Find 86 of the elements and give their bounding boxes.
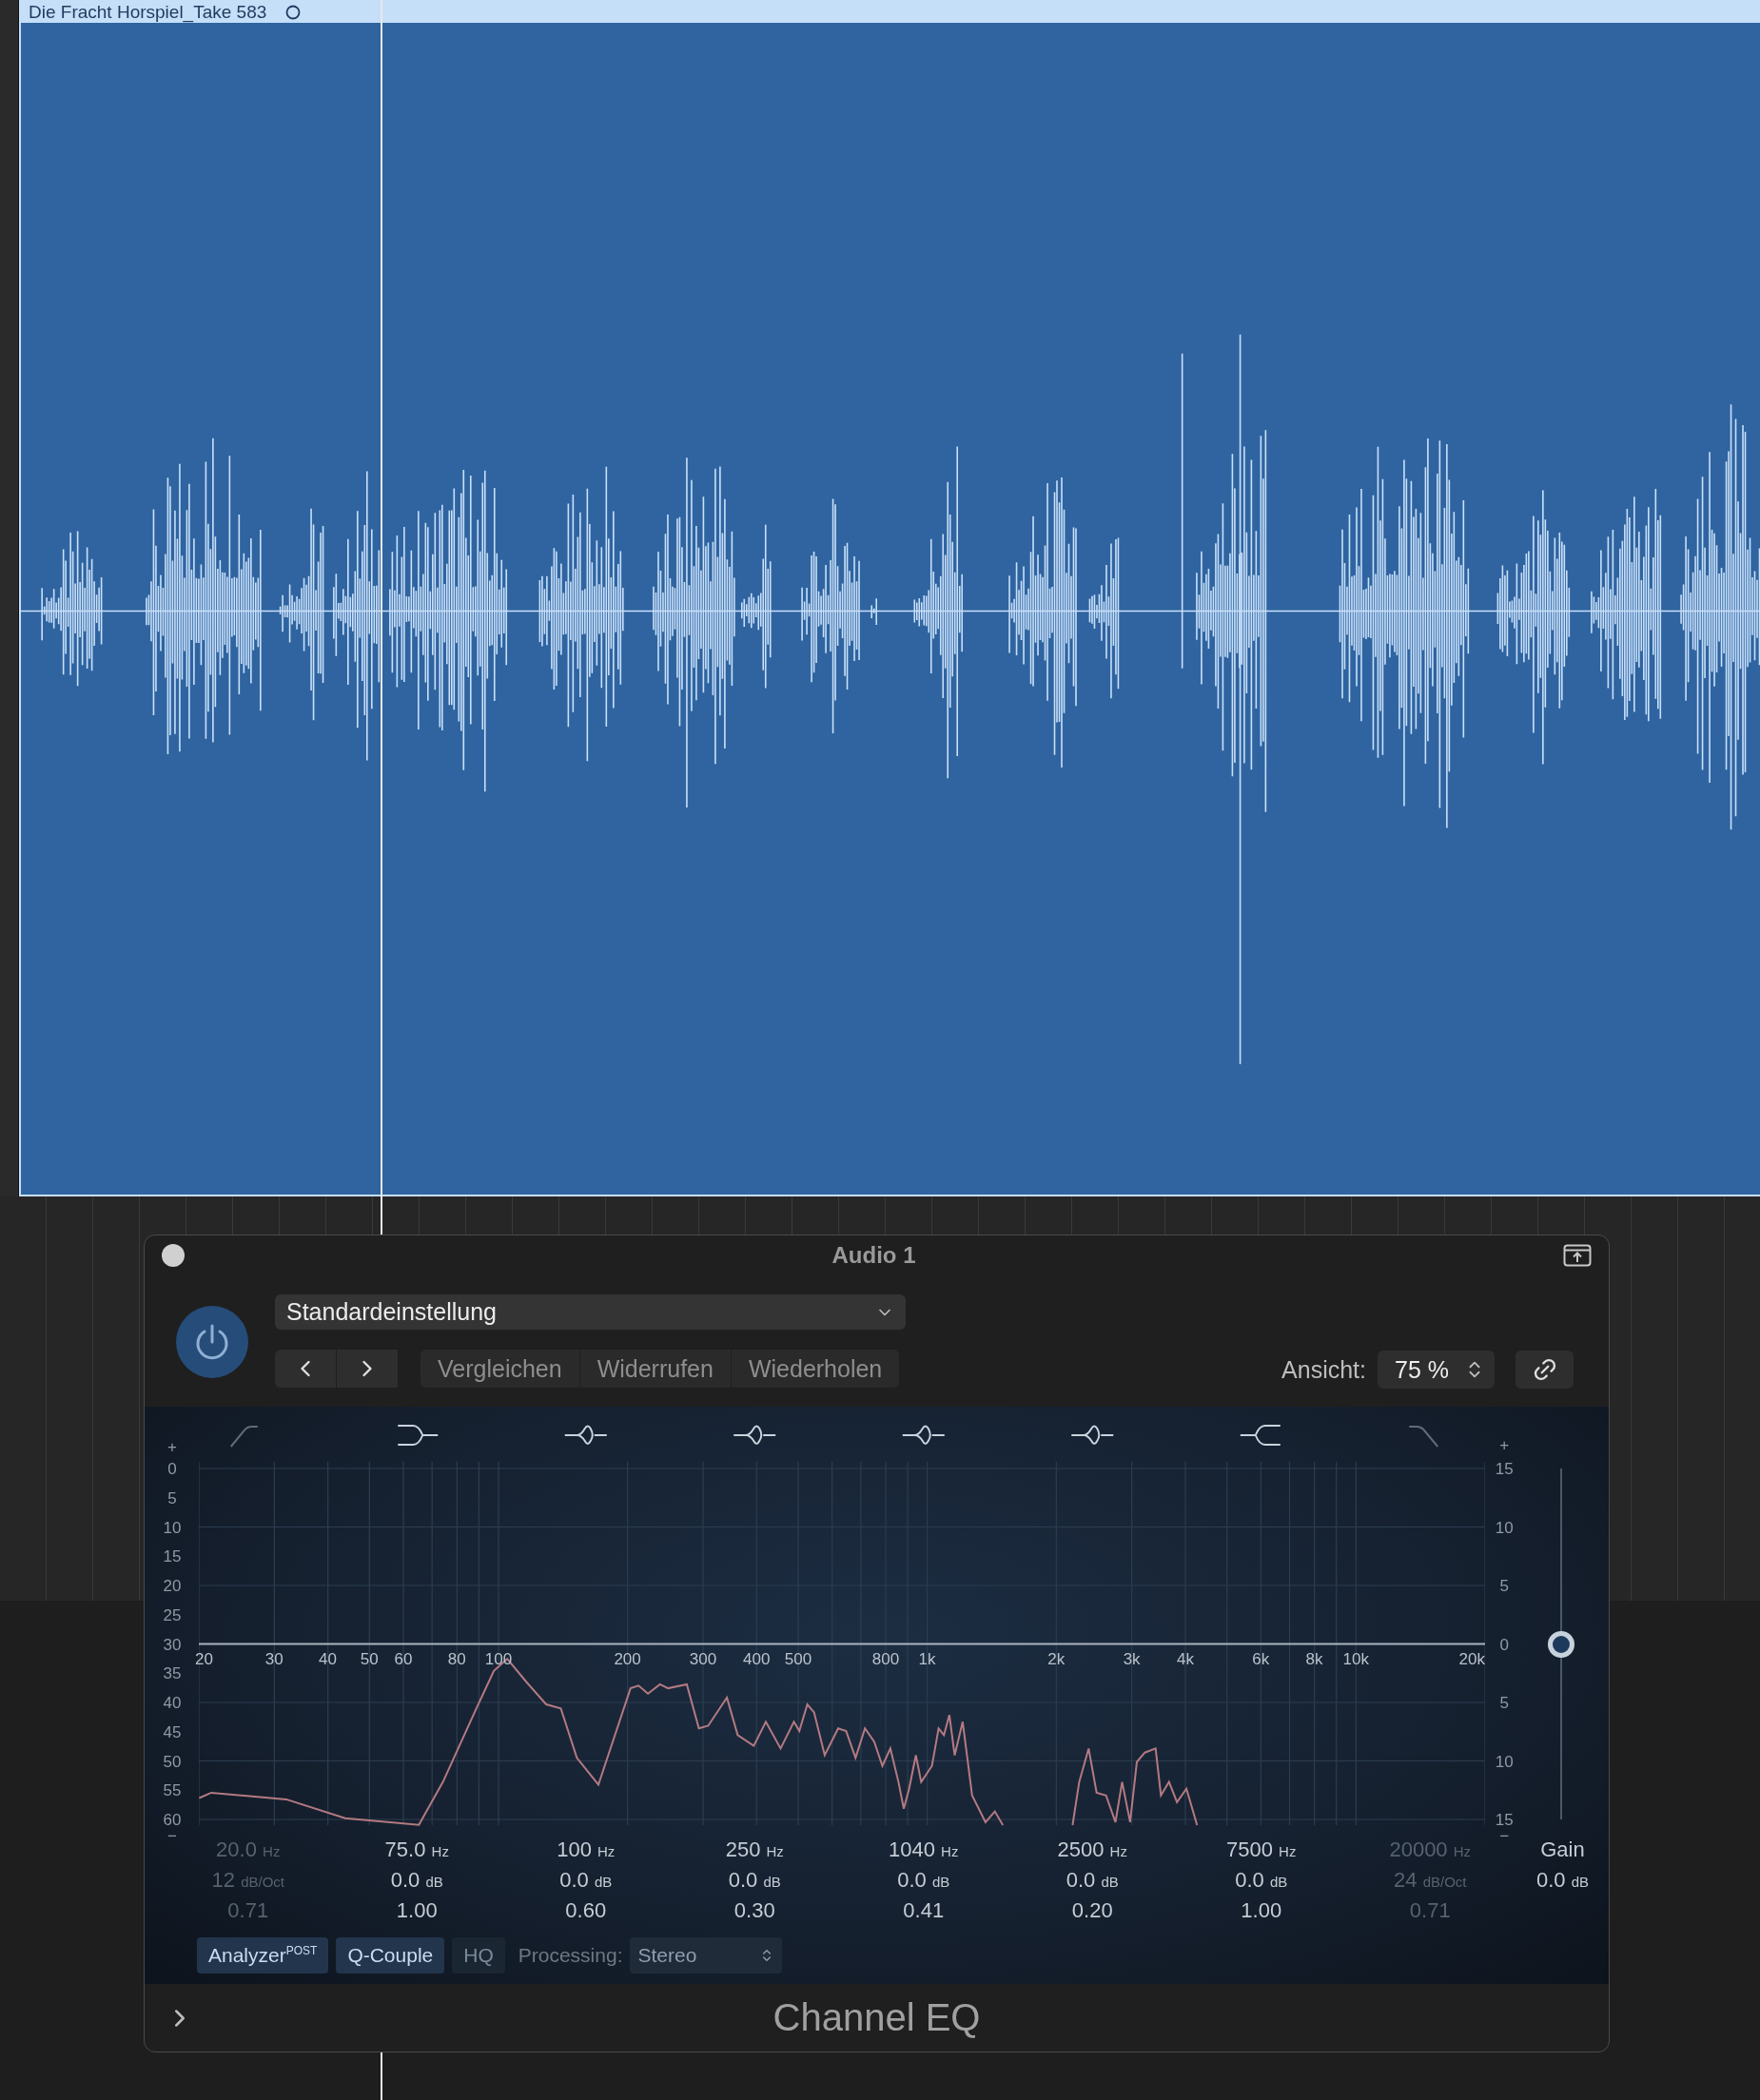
scale-label: 45 <box>163 1723 182 1740</box>
frequency-label: 1k <box>918 1650 936 1669</box>
band-q[interactable]: 1.00 <box>396 1896 438 1926</box>
link-button[interactable] <box>1516 1351 1574 1389</box>
scale-label: 0 <box>167 1460 177 1477</box>
frequency-label: 100 <box>484 1650 513 1669</box>
window-upload-icon[interactable] <box>1563 1244 1592 1267</box>
action-button[interactable]: Vergleichen <box>420 1350 580 1388</box>
view-size-stepper[interactable]: 75 % <box>1378 1351 1495 1389</box>
frequency-label: 8k <box>1305 1650 1323 1669</box>
band-q[interactable]: 1.00 <box>1241 1896 1282 1926</box>
band-gain[interactable]: 0.0 dB <box>559 1865 613 1896</box>
scale-label: − <box>167 1827 177 1844</box>
frequency-label: 20k <box>1458 1650 1485 1669</box>
audio-region[interactable]: Die Fracht Horspiel_Take 583 <box>19 0 1760 1196</box>
band-q[interactable]: 0.41 <box>903 1896 945 1926</box>
band-frequency[interactable]: 1040 Hz <box>889 1835 959 1865</box>
band-gain[interactable]: 0.0 dB <box>1066 1865 1119 1896</box>
plugin-name: Channel EQ <box>772 1996 982 2039</box>
band-gain[interactable]: 0.0 dB <box>897 1865 950 1896</box>
scale-label: 0 <box>1499 1636 1509 1652</box>
frequency-label: 200 <box>614 1650 641 1669</box>
frequency-label: 40 <box>319 1650 338 1669</box>
scale-label: + <box>167 1438 177 1455</box>
scale-label: 15 <box>1495 1460 1514 1477</box>
band-frequency[interactable]: 2500 Hz <box>1057 1835 1127 1865</box>
frequency-label: 400 <box>743 1650 771 1669</box>
region-title: Die Fracht Horspiel_Take 583 <box>29 2 267 23</box>
gain-label: Gain <box>1540 1837 1585 1863</box>
frequency-label: 3k <box>1123 1650 1141 1669</box>
band-q[interactable]: 0.60 <box>565 1896 607 1926</box>
scale-label: + <box>1499 1436 1510 1453</box>
frequency-label: 6k <box>1252 1650 1270 1669</box>
window-title: Audio 1 <box>831 1242 917 1269</box>
processing-dropdown[interactable]: Stereo <box>630 1937 783 1974</box>
frequency-label: 60 <box>394 1650 413 1669</box>
frequency-label: 10k <box>1342 1650 1369 1669</box>
action-button[interactable]: Widerrufen <box>579 1350 732 1388</box>
scale-label: 10 <box>1495 1519 1514 1535</box>
frequency-label: 30 <box>264 1650 284 1669</box>
scale-label: 15 <box>163 1547 182 1565</box>
action-button[interactable]: Wiederholen <box>731 1350 901 1388</box>
option-toggle[interactable]: Analyzer$^{POST}$ <box>197 1937 329 1974</box>
scale-label: 25 <box>163 1606 182 1624</box>
band-gain[interactable]: 0.0 dB <box>390 1865 443 1896</box>
band-gain[interactable]: 0.0 dB <box>1235 1865 1288 1896</box>
slider-thumb[interactable] <box>1548 1630 1575 1658</box>
scale-label: 40 <box>163 1694 182 1711</box>
scale-label: 50 <box>163 1753 182 1769</box>
frequency-label: 300 <box>689 1650 717 1669</box>
scale-label: 10 <box>1495 1753 1514 1769</box>
scale-label: 30 <box>163 1636 182 1652</box>
loop-circle-icon <box>285 5 302 20</box>
scale-label: 55 <box>163 1781 182 1799</box>
frequency-label: 800 <box>871 1650 900 1669</box>
preset-dropdown[interactable]: Standardeinstellung <box>275 1294 906 1330</box>
band-q[interactable]: 0.20 <box>1071 1896 1113 1926</box>
scale-label: 5 <box>1499 1577 1509 1594</box>
gain-value[interactable]: 0.0 dB <box>1535 1865 1590 1896</box>
band-frequency[interactable]: 100 Hz <box>557 1835 616 1865</box>
next-button[interactable] <box>337 1350 399 1388</box>
frequency-label: 20 <box>194 1650 213 1669</box>
band-frequency[interactable]: 7500 Hz <box>1226 1835 1297 1865</box>
band-gain[interactable]: 0.0 dB <box>728 1865 781 1896</box>
frequency-label: 80 <box>447 1650 466 1669</box>
scale-label: 15 <box>1495 1811 1514 1828</box>
processing-label: Processing: <box>518 1944 623 1967</box>
scale-label: 10 <box>163 1519 182 1535</box>
frequency-label: 2k <box>1047 1650 1066 1669</box>
scale-label: 20 <box>163 1577 182 1594</box>
scale-label: 5 <box>1499 1694 1509 1711</box>
scale-label: 60 <box>163 1811 182 1828</box>
frequency-label: 500 <box>784 1650 812 1669</box>
option-toggle[interactable]: HQ <box>452 1937 505 1974</box>
band-q[interactable]: 0.30 <box>733 1896 775 1926</box>
scale-label: − <box>1499 1827 1510 1844</box>
frequency-label: 50 <box>360 1650 379 1669</box>
close-button[interactable] <box>162 1244 185 1267</box>
scale-label: 35 <box>163 1664 182 1682</box>
scale-label: 5 <box>167 1489 177 1507</box>
view-label: Ansicht: <box>1281 1355 1366 1384</box>
band-frequency[interactable]: 250 Hz <box>725 1835 784 1865</box>
frequency-label: 4k <box>1176 1650 1194 1669</box>
band-frequency[interactable]: 75.0 Hz <box>384 1835 449 1865</box>
option-toggle[interactable]: Q-Couple <box>336 1937 445 1974</box>
previous-button[interactable] <box>275 1350 337 1388</box>
